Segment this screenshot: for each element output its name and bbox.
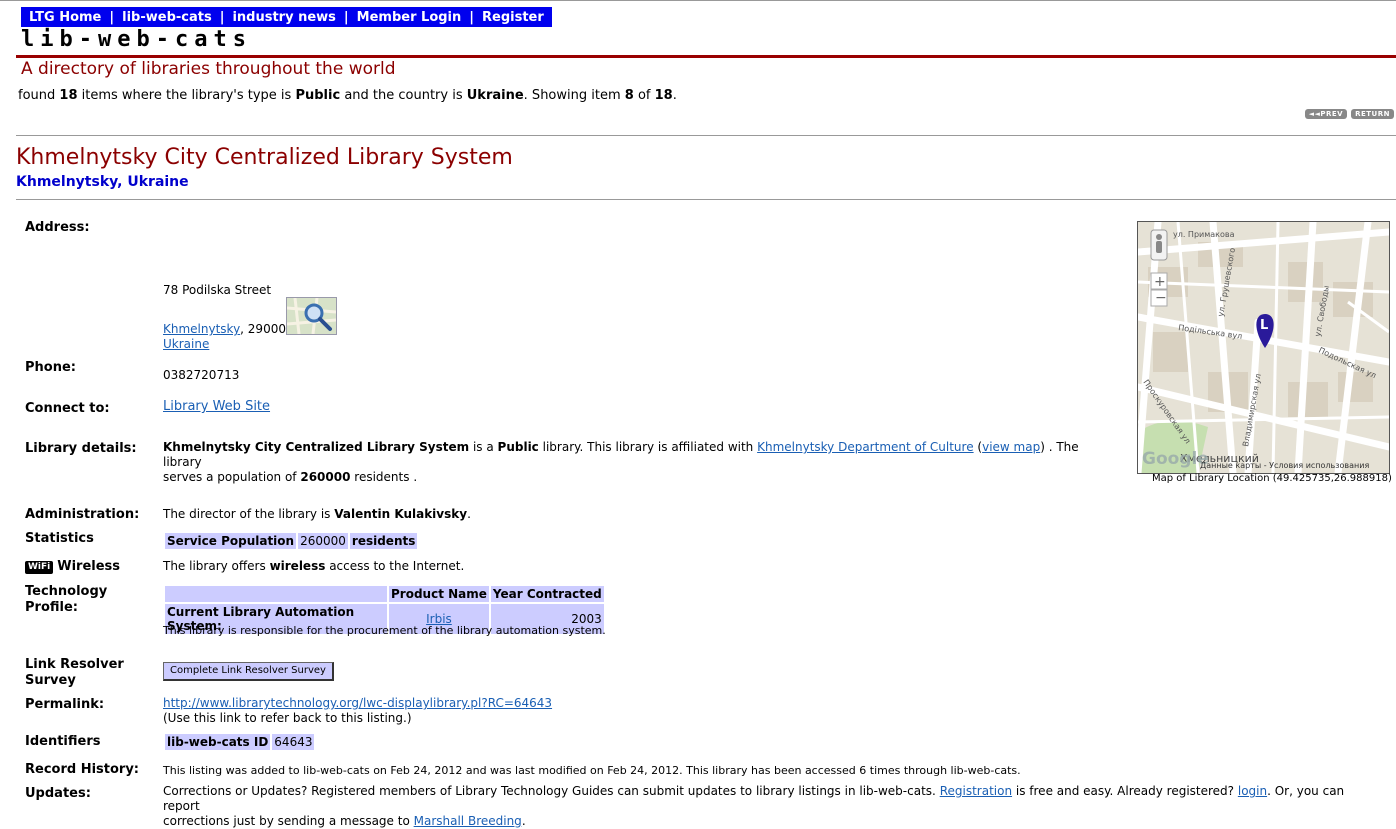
phone-label: Phone: — [25, 360, 76, 375]
permalink-value: http://www.librarytechnology.org/lwc-dis… — [163, 696, 553, 725]
tech-header-year: Year Contracted — [490, 586, 604, 602]
svg-text:+: + — [1154, 274, 1166, 290]
identifiers-table: lib-web-cats ID 64643 — [163, 732, 316, 752]
wireless-label-row: WiFi Wireless — [25, 559, 120, 575]
header-divider — [16, 55, 1396, 58]
stat-header-service-population: Service Population — [165, 533, 297, 549]
identifier-value: 64643 — [272, 734, 315, 750]
nav-separator: | — [343, 9, 349, 25]
address-street: 78 Podilska Street — [163, 283, 272, 297]
map-attribution[interactable]: Данные карты - Условия использования — [1200, 461, 1369, 470]
top-navigation: LTG Home | lib-web-cats | industry news … — [21, 7, 552, 27]
top-rule — [0, 0, 1396, 1]
nav-ltg-home[interactable]: LTG Home — [29, 10, 101, 25]
technology-note: This library is responsible for the proc… — [163, 624, 606, 637]
prev-button[interactable]: ◄◄PREV — [1304, 109, 1348, 119]
svg-text:−: − — [1155, 290, 1167, 306]
technology-label: Technology Profile: — [25, 584, 108, 615]
connect-label: Connect to: — [25, 401, 110, 416]
svg-text:L: L — [1260, 318, 1268, 333]
permalink-label: Permalink: — [25, 697, 105, 712]
stat-unit: residents — [349, 533, 418, 549]
tech-header-product: Product Name — [389, 586, 489, 602]
statistics-table: Service Population 260000 residents — [163, 531, 419, 551]
details-text: Khmelnytsky City Centralized Library Sys… — [163, 440, 1079, 484]
marshall-breeding-link[interactable]: Marshall Breeding — [414, 814, 522, 828]
site-logo[interactable]: lib-web-cats — [21, 27, 252, 52]
street-view-pegman-icon[interactable] — [1150, 229, 1168, 261]
statistics-label: Statistics — [25, 531, 94, 546]
site-tagline: A directory of libraries throughout the … — [21, 59, 396, 79]
details-label: Library details: — [25, 441, 137, 456]
tech-header-blank — [165, 586, 387, 602]
map-caption: Map of Library Location (49.425735,26.98… — [1152, 473, 1392, 484]
link-resolver-survey-button[interactable]: Complete Link Resolver Survey — [163, 662, 334, 681]
affiliate-link[interactable]: Khmelnytsky Department of Culture — [757, 440, 973, 454]
view-map-link[interactable]: view map — [982, 440, 1040, 454]
library-website-link[interactable]: Library Web Site — [163, 399, 270, 414]
nav-lib-web-cats[interactable]: lib-web-cats — [122, 10, 212, 25]
connect-value: Library Web Site — [163, 399, 270, 414]
updates-text: Corrections or Updates? Registered membe… — [163, 784, 1345, 828]
permalink-link[interactable]: http://www.librarytechnology.org/lwc-dis… — [163, 696, 552, 710]
divider — [16, 135, 1396, 136]
zoom-in-button[interactable]: + — [1150, 272, 1168, 290]
divider — [16, 199, 1396, 200]
nav-separator: | — [109, 9, 115, 25]
map-canvas: ул. Примакова Подільська вул ул. Свободы… — [1138, 222, 1389, 473]
return-button[interactable]: RETURN — [1351, 109, 1394, 119]
history-text: This listing was added to lib-web-cats o… — [163, 764, 1021, 777]
nav-register[interactable]: Register — [482, 10, 544, 25]
stat-value-population: 260000 — [298, 533, 348, 549]
library-location: Khmelnytsky, Ukraine — [16, 174, 189, 190]
google-logo: Google — [1142, 449, 1209, 469]
city-link[interactable]: Khmelnytsky — [163, 322, 240, 336]
country-link[interactable]: Ukraine — [163, 337, 209, 351]
zoom-out-button[interactable]: − — [1150, 289, 1168, 307]
updates-label: Updates: — [25, 786, 91, 801]
library-location-map[interactable]: ул. Примакова Подільська вул ул. Свободы… — [1137, 221, 1390, 474]
administration-label: Administration: — [25, 507, 140, 522]
registration-link[interactable]: Registration — [940, 784, 1012, 798]
identifier-name: lib-web-cats ID — [165, 734, 271, 750]
history-label: Record History: — [25, 762, 140, 777]
address-label: Address: — [25, 220, 90, 235]
identifiers-label: Identifiers — [25, 734, 101, 749]
nav-separator: | — [219, 9, 225, 25]
nav-separator: | — [469, 9, 475, 25]
administration-text: The director of the library is Valentin … — [163, 507, 471, 521]
library-title: Khmelnytsky City Centralized Library Sys… — [16, 145, 513, 170]
nav-member-login[interactable]: Member Login — [357, 10, 462, 25]
search-result-summary: found 18 items where the library's type … — [18, 88, 677, 103]
map-search-icon[interactable] — [286, 297, 337, 335]
pager: ◄◄PREV RETURN — [1304, 109, 1394, 119]
street-label: ул. Примакова — [1173, 230, 1235, 239]
link-resolver-label: Link Resolver Survey — [25, 657, 124, 688]
address-city-line: Khmelnytsky, 29000 — [163, 322, 286, 336]
nav-industry-news[interactable]: industry news — [232, 10, 335, 25]
phone-value: 0382720713 — [163, 368, 240, 382]
wifi-icon: WiFi — [25, 561, 54, 574]
address-country-line: Ukraine — [163, 337, 209, 352]
wireless-text: The library offers wireless access to th… — [163, 559, 465, 573]
login-link[interactable]: login — [1238, 784, 1267, 798]
